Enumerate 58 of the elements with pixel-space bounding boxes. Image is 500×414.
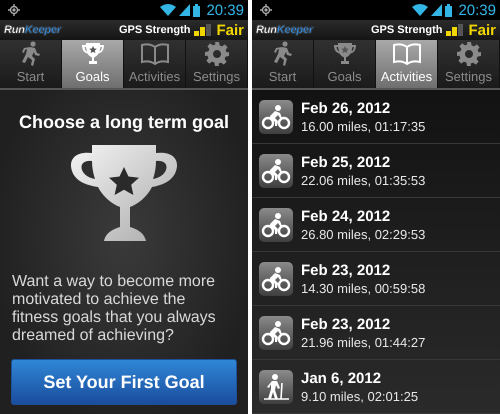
gear-icon (204, 40, 230, 66)
gps-strength-icon (194, 24, 212, 36)
nav-tab[interactable]: Settings (438, 40, 500, 88)
app-logo: RunKeeper (4, 24, 61, 36)
activity-summary: 9.10 miles, 02:01:25 (301, 388, 418, 404)
book-icon (392, 42, 422, 66)
cyclist-icon (259, 316, 293, 350)
nav-tab[interactable]: Goals (62, 40, 124, 88)
activity-summary: 22.06 miles, 01:35:53 (301, 172, 426, 188)
gps-label: GPS Strength (370, 24, 442, 36)
activity-date: Feb 25, 2012 (301, 154, 392, 170)
activity-row[interactable]: Feb 25, 2012 22.06 miles, 01:35:53 (252, 144, 500, 198)
gps-status: Fair (216, 22, 244, 38)
activity-summary: 16.00 miles, 01:17:35 (301, 118, 426, 134)
nav-tab[interactable]: Activities (124, 40, 186, 88)
gps-strength-icon (446, 24, 464, 36)
cyclist-icon (259, 208, 293, 242)
activity-date: Feb 24, 2012 (301, 208, 392, 224)
activity-row[interactable]: Feb 23, 2012 21.96 miles, 01:44:27 (252, 306, 500, 360)
activity-row[interactable]: Feb 26, 2012 16.00 miles, 01:17:35 (252, 90, 500, 144)
goal-heading: Choose a long term goal (18, 112, 230, 133)
wifi-icon (160, 4, 176, 16)
runner-icon (272, 40, 292, 66)
activity-date: Feb 23, 2012 (301, 316, 392, 332)
runner-icon (20, 40, 40, 66)
gps-label: GPS Strength (118, 24, 190, 36)
activity-summary: 26.80 miles, 02:29:53 (301, 226, 426, 242)
app-logo: RunKeeper (256, 24, 313, 36)
hiker-icon (259, 370, 293, 404)
cyclist-icon (259, 262, 293, 296)
gps-icon (8, 4, 20, 16)
battery-icon (193, 4, 200, 16)
book-icon (140, 42, 170, 66)
nav-tab[interactable]: Activities (376, 40, 438, 88)
goal-description: Want a way to become more motivated to achieve the fitness goals that you always dreamed of achieving? (12, 273, 217, 345)
cyclist-icon (259, 100, 293, 134)
status-time: 20:39 (458, 2, 496, 18)
trophy-icon (80, 40, 106, 66)
activity-summary: 14.30 miles, 00:59:58 (301, 280, 426, 296)
status-time: 20:39 (206, 2, 244, 18)
activity-date: Feb 23, 2012 (301, 262, 392, 278)
gear-icon (456, 40, 482, 66)
nav-tab[interactable]: Settings (186, 40, 248, 88)
gps-icon (260, 4, 272, 16)
gps-status: Fair (468, 22, 496, 38)
signal-icon (179, 4, 190, 16)
signal-icon (431, 4, 442, 16)
activity-row[interactable]: Feb 24, 2012 26.80 miles, 02:29:53 (252, 198, 500, 252)
activity-date: Feb 26, 2012 (301, 100, 392, 116)
activity-summary: 21.96 miles, 01:44:27 (301, 334, 426, 350)
nav-tab[interactable]: Start (252, 40, 314, 88)
wifi-icon (412, 4, 428, 16)
battery-icon (445, 4, 452, 16)
cyclist-icon (259, 154, 293, 188)
activity-row[interactable]: Feb 23, 2012 14.30 miles, 00:59:58 (252, 252, 500, 306)
activity-row[interactable]: Jan 6, 2012 9.10 miles, 02:01:25 (252, 360, 500, 414)
activity-date: Jan 6, 2012 (301, 370, 382, 386)
set-goal-button[interactable]: Set Your First Goal (11, 359, 237, 405)
